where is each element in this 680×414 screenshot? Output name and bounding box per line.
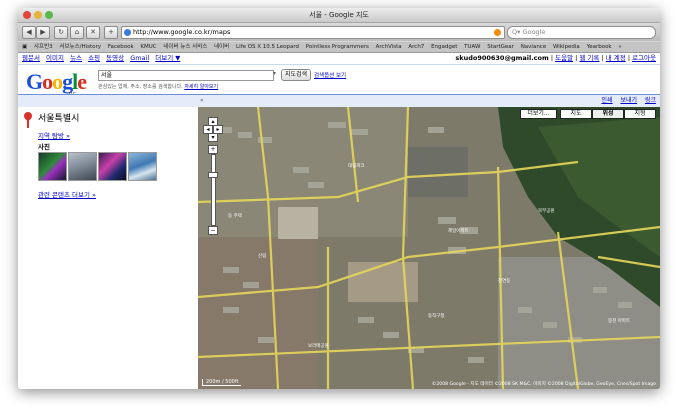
google-bar: 웹문서 이미지 뉴스 쇼핑 동영상 Gmail 더보기 ▼ skudo90063… bbox=[18, 53, 660, 65]
map-type-more[interactable]: 더보기... bbox=[520, 109, 557, 119]
account-nav: skudo900630@gmail.com | 도움말 | 웹 기록 | 내 계… bbox=[455, 54, 656, 62]
place-title[interactable]: 서울특별시 bbox=[38, 111, 79, 124]
svg-text:동 주택: 동 주택 bbox=[228, 212, 242, 219]
pan-down-icon[interactable]: ▾ bbox=[208, 133, 218, 142]
bookmark-item[interactable]: 네이버 뉴스 서비스 bbox=[163, 44, 207, 50]
explore-area-link[interactable]: 지역 탐방 » bbox=[38, 130, 70, 140]
url-text: http://www.google.co.kr/maps bbox=[133, 28, 231, 36]
photo-thumbnail[interactable] bbox=[128, 152, 157, 181]
page-content: 웹문서 이미지 뉴스 쇼핑 동영상 Gmail 더보기 ▼ skudo90063… bbox=[18, 53, 660, 389]
url-bar[interactable]: http://www.google.co.kr/maps bbox=[121, 26, 505, 39]
bookmark-item[interactable]: 샤프빈3 bbox=[34, 44, 53, 50]
related-content-link[interactable]: 관련 콘텐츠 더보기 » bbox=[38, 189, 96, 199]
rss-icon[interactable] bbox=[494, 29, 501, 36]
map-copyright: ©2008 Google - 지도 데이터 ©2008 SK M&C, 이미지 … bbox=[431, 382, 656, 387]
my-account-link[interactable]: 내 계정 bbox=[606, 54, 626, 62]
svg-text:보라매공원: 보라매공원 bbox=[308, 342, 329, 349]
svg-text:동작구청: 동작구청 bbox=[428, 312, 445, 319]
svg-text:제일아파트: 제일아파트 bbox=[448, 227, 469, 234]
home-button[interactable]: ⌂ bbox=[70, 26, 84, 39]
svg-text:천연동: 천연동 bbox=[498, 277, 510, 284]
bookmark-item[interactable]: Pointless Programmers bbox=[306, 44, 369, 50]
site-icon bbox=[124, 29, 131, 36]
map-type-satellite[interactable]: 위성 bbox=[592, 109, 624, 119]
map-search-input[interactable]: 서울 bbox=[98, 70, 274, 81]
map-scale: 200m / 500ft bbox=[202, 379, 242, 386]
search-options-link[interactable]: 검색옵션 보기 bbox=[314, 71, 346, 79]
svg-text:대림파크: 대림파크 bbox=[348, 162, 365, 169]
bookmark-item[interactable]: Arch7 bbox=[408, 44, 424, 50]
bookmark-item[interactable]: TUAW bbox=[464, 44, 480, 50]
zoom-out-button[interactable]: − bbox=[208, 226, 218, 235]
bookmark-item[interactable]: Life OS X 10.5 Leopard bbox=[236, 44, 299, 50]
map-search-button[interactable]: 지도검색 bbox=[281, 69, 312, 81]
photo-thumbnail[interactable] bbox=[98, 152, 127, 181]
nav-link-images[interactable]: 이미지 bbox=[46, 54, 64, 62]
bookmark-item[interactable]: StartGear bbox=[487, 44, 514, 50]
window-title: 서울 - Google 지도 bbox=[309, 11, 369, 19]
svg-text:신림: 신림 bbox=[258, 252, 266, 259]
bookmarks-bar: ▣ 샤프빈3 서브뉴스/History Facebook KMUC 네이버 뉴스… bbox=[18, 42, 660, 53]
svg-text:봉천 아파트: 봉천 아파트 bbox=[608, 317, 630, 324]
nav-link-video[interactable]: 동영상 bbox=[106, 54, 124, 62]
browser-search-input[interactable]: Q▾ Google bbox=[507, 26, 656, 39]
map-links-bar: « 인쇄 보내기 링크 bbox=[18, 94, 660, 107]
nav-link-shopping[interactable]: 쇼핑 bbox=[88, 54, 100, 62]
photo-thumbnail[interactable] bbox=[68, 152, 97, 181]
map-actions: 인쇄 보내기 링크 bbox=[596, 95, 657, 107]
search-hint: 관심있는 업체, 주소, 장소를 검색합니다. 자세히 알아보기 bbox=[98, 83, 218, 90]
link-link[interactable]: 링크 bbox=[645, 97, 656, 104]
help-link[interactable]: 도움말 bbox=[555, 54, 573, 62]
nav-link-more[interactable]: 더보기 ▼ bbox=[155, 54, 180, 62]
photos-heading: 사진 bbox=[38, 143, 50, 151]
bookmark-item[interactable]: ArchVista bbox=[376, 44, 402, 50]
logout-link[interactable]: 로그아웃 bbox=[632, 54, 656, 62]
search-history-dropdown-icon[interactable]: ▾ bbox=[273, 70, 276, 77]
results-panel: 서울특별시 지역 탐방 » 사진 관련 콘텐츠 더보기 » bbox=[18, 107, 198, 389]
reload-button[interactable]: ↻ bbox=[54, 26, 68, 39]
bookmark-item[interactable]: Facebook bbox=[108, 44, 134, 50]
web-history-link[interactable]: 웹 기록 bbox=[579, 54, 599, 62]
collapse-panel-icon[interactable]: « bbox=[200, 95, 204, 107]
bookmark-item[interactable]: 네이버 bbox=[214, 44, 229, 50]
search-hint-text: 관심있는 업체, 주소, 장소를 검색합니다. bbox=[98, 84, 183, 90]
learn-more-link[interactable]: 자세히 알아보기 bbox=[184, 84, 218, 90]
back-button[interactable]: ◀ bbox=[22, 26, 36, 39]
browser-window: 서울 - Google 지도 ◀ ▶ ↻ ⌂ ✕ + http://www.go… bbox=[18, 8, 660, 389]
google-maps-logo[interactable]: Google 지도 Beta bbox=[26, 69, 87, 104]
map-type-map[interactable]: 지도 bbox=[560, 109, 592, 119]
browser-search-placeholder: Q▾ Google bbox=[512, 28, 546, 36]
photo-thumbnail[interactable] bbox=[38, 152, 67, 181]
print-link[interactable]: 인쇄 bbox=[602, 97, 613, 104]
satellite-map[interactable]: 동 주택 대림파크 제일아파트 보라매공원 북부공원 천연동 봉천 아파트 신림 동작구청 … bbox=[198, 107, 660, 389]
google-services-nav: 웹문서 이미지 뉴스 쇼핑 동영상 Gmail 더보기 ▼ bbox=[22, 53, 184, 64]
browser-toolbar: ◀ ▶ ↻ ⌂ ✕ + http://www.google.co.kr/maps… bbox=[18, 23, 660, 41]
title-bar: 서울 - Google 지도 bbox=[18, 8, 660, 23]
zoom-in-button[interactable]: + bbox=[208, 145, 218, 154]
zoom-slider-handle[interactable] bbox=[208, 172, 218, 178]
satellite-imagery: 동 주택 대림파크제일아파트 보라매공원 북부공원천연동 봉천 아파트 신림동작구청 bbox=[198, 107, 660, 389]
stop-button[interactable]: ✕ bbox=[86, 26, 100, 39]
bookmark-item[interactable]: Naviance bbox=[521, 44, 547, 50]
send-link[interactable]: 보내기 bbox=[620, 97, 637, 104]
bookmark-item[interactable]: Wikipedia bbox=[553, 44, 580, 50]
zoom-slider-track[interactable] bbox=[211, 154, 216, 226]
bookmark-item[interactable]: ▣ bbox=[22, 44, 27, 50]
map-marker-stem bbox=[27, 120, 29, 128]
map-type-terrain[interactable]: 지형 bbox=[624, 109, 656, 119]
nav-link-news[interactable]: 뉴스 bbox=[70, 54, 82, 62]
bookmark-item[interactable]: 서브뉴스/History bbox=[59, 44, 101, 50]
user-email: skudo900630@gmail.com bbox=[455, 54, 549, 62]
bookmark-item[interactable]: KMUC bbox=[140, 44, 156, 50]
bookmarks-overflow-button[interactable]: » bbox=[618, 44, 621, 50]
bookmark-item[interactable]: Engadget bbox=[431, 44, 457, 50]
svg-text:북부공원: 북부공원 bbox=[538, 207, 555, 214]
add-bookmark-button[interactable]: + bbox=[104, 26, 118, 39]
nav-link-web[interactable]: 웹문서 bbox=[22, 54, 40, 62]
bookmark-item[interactable]: Yearbook bbox=[587, 44, 612, 50]
nav-link-gmail[interactable]: Gmail bbox=[130, 54, 149, 62]
forward-button[interactable]: ▶ bbox=[36, 26, 50, 39]
